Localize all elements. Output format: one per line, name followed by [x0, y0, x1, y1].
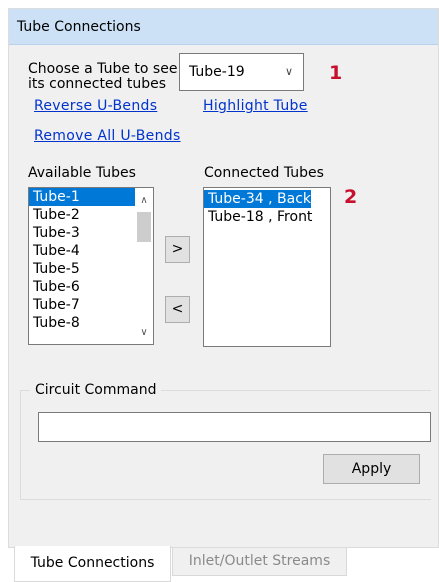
tube-select-value: Tube-19: [189, 64, 245, 80]
scroll-up-icon[interactable]: ∧: [135, 192, 153, 210]
list-item[interactable]: Tube-18 , Front: [204, 208, 330, 226]
reverse-u-bends-link[interactable]: Reverse U-Bends: [34, 98, 157, 114]
panel-title: Tube Connections: [9, 9, 438, 45]
connected-tubes-list[interactable]: Tube-34 , Back Tube-18 , Front: [203, 187, 331, 347]
tab-inlet-outlet-streams[interactable]: Inlet/Outlet Streams: [172, 548, 347, 576]
available-tubes-list[interactable]: Tube-1 Tube-2 Tube-3 Tube-4 Tube-5 Tube-…: [28, 187, 154, 345]
scrollbar-thumb[interactable]: [137, 212, 151, 242]
tube-select-dropdown[interactable]: Tube-19 ∨: [179, 53, 304, 91]
scroll-down-icon[interactable]: ∨: [135, 324, 153, 342]
chevron-down-icon[interactable]: ∨: [285, 54, 293, 90]
remove-all-u-bends-link[interactable]: Remove All U-Bends: [34, 128, 181, 144]
chooser-label-line2: its connected tubes: [28, 76, 167, 92]
highlight-tube-link[interactable]: Highlight Tube: [203, 98, 308, 114]
circuit-command-label: Circuit Command: [30, 382, 162, 398]
chooser-label-line1: Choose a Tube to see: [28, 61, 178, 77]
tab-tube-connections[interactable]: Tube Connections: [14, 546, 171, 582]
tab-strip: Tube Connections Inlet/Outlet Streams: [0, 546, 439, 582]
available-list-scrollbar[interactable]: ∧ ∨: [135, 188, 153, 344]
remove-connection-button[interactable]: <: [165, 296, 190, 323]
apply-button[interactable]: Apply: [323, 454, 420, 484]
add-connection-button[interactable]: >: [165, 236, 190, 263]
list-item[interactable]: Tube-34 , Back: [204, 190, 312, 208]
available-tubes-label: Available Tubes: [28, 165, 136, 181]
callout-marker-1: 1: [329, 62, 343, 84]
callout-marker-2: 2: [344, 186, 358, 208]
connected-tubes-label: Connected Tubes: [204, 165, 324, 181]
circuit-command-input[interactable]: [38, 412, 431, 442]
